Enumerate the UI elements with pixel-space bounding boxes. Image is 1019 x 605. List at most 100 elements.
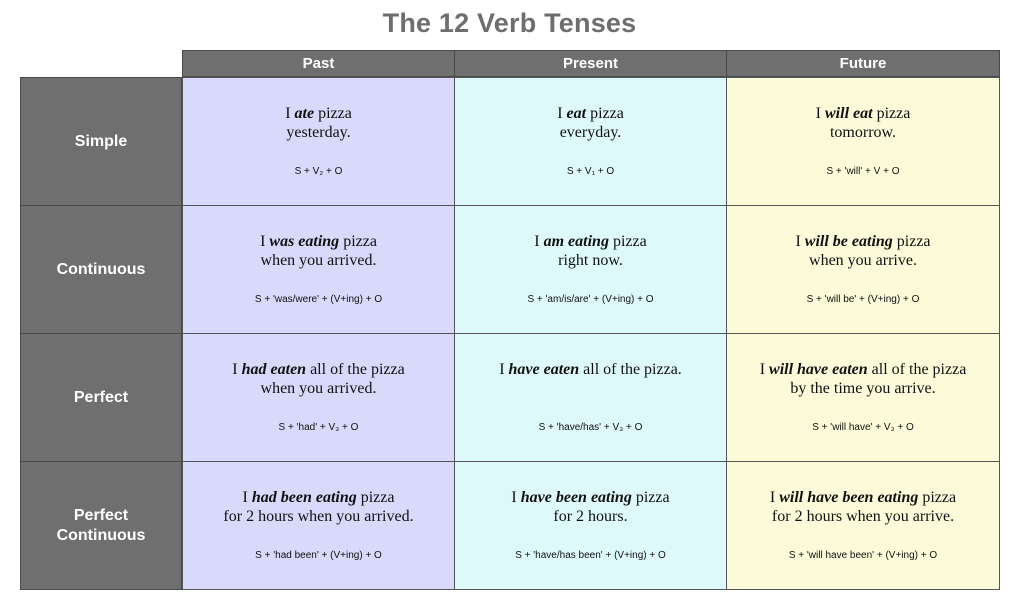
column-header-present: Present [454, 50, 727, 77]
tense-verb: was eating [269, 233, 340, 250]
example-sentence: I am eating pizza right now. [455, 232, 726, 270]
example-sentence: I have eaten all of the pizza. [455, 360, 726, 379]
tense-verb: will have been eating [779, 489, 919, 506]
page-title: The 12 Verb Tenses [382, 8, 637, 38]
cell-perfect-past: I had eaten all of the pizza when you arr… [182, 333, 455, 462]
sentence-rest: all of the pizza. [579, 361, 682, 378]
tense-verb: eat [566, 105, 587, 122]
sentence-line-1: I will have eaten all of the pizza [727, 360, 999, 379]
sentence-line-1: I was eating pizza [183, 232, 454, 251]
sentence-line-2: by the time you arrive. [790, 380, 936, 397]
sentence-subject: I [534, 233, 544, 250]
row-header-simple: Simple [20, 77, 182, 206]
tense-formula: S + V₂ + O [294, 166, 343, 177]
tense-verb: will eat [825, 105, 873, 122]
cell-perfect-continuous-past: I had been eating pizza for 2 hours when … [182, 461, 455, 590]
sentence-line-2: yesterday. [286, 124, 351, 141]
tense-formula: S + 'was/were' + (V+ing) + O [254, 294, 383, 305]
cell-continuous-past: I was eating pizza when you arrived. S + '… [182, 205, 455, 334]
tense-formula: S + 'have/has' + V₃ + O [538, 422, 643, 433]
cell-perfect-continuous-future: I will have been eating pizza for 2 hours… [726, 461, 1000, 590]
sentence-subject: I [557, 105, 567, 122]
sentence-line-1: I will be eating pizza [727, 232, 999, 251]
sentence-subject: I [260, 233, 270, 250]
tense-formula: S + 'had been' + (V+ing) + O [255, 550, 382, 561]
example-sentence: I will be eating pizza when you arrive. [727, 232, 999, 270]
sentence-rest: pizza [918, 489, 957, 506]
sentence-line-1: I had been eating pizza [183, 488, 454, 507]
sentence-line-2: everyday. [559, 124, 622, 141]
sentence-subject: I [285, 105, 295, 122]
tense-verb: have eaten [508, 361, 580, 378]
tense-verb: have been eating [520, 489, 632, 506]
example-sentence: I ate pizza yesterday. [183, 104, 454, 142]
sentence-subject: I [815, 105, 825, 122]
sentence-line-1: I am eating pizza [455, 232, 726, 251]
tense-verb: will be eating [804, 233, 893, 250]
sentence-line-2: for 2 hours when you arrive. [771, 508, 955, 525]
sentence-subject: I [499, 361, 509, 378]
sentence-line-2: when you arrived. [260, 252, 377, 269]
sentence-subject: I [795, 233, 805, 250]
tense-formula: S + 'am/is/are' + (V+ing) + O [527, 294, 654, 305]
sentence-line-1: I will eat pizza [727, 104, 999, 123]
tense-formula: S + 'will have' + V₃ + O [812, 422, 914, 433]
sentence-line-1: I eat pizza [455, 104, 726, 123]
tense-formula: S + 'will have been' + (V+ing) + O [788, 550, 938, 561]
example-sentence: I eat pizza everyday. [455, 104, 726, 142]
cell-perfect-future: I will have eaten all of the pizza by the… [726, 333, 1000, 462]
sentence-subject: I [511, 489, 521, 506]
sentence-line-2: for 2 hours. [553, 508, 628, 525]
cell-continuous-present: I am eating pizza right now. S + 'am/is/ar… [454, 205, 727, 334]
tense-formula: S + 'will be' + (V+ing) + O [806, 294, 920, 305]
tense-verb: will have eaten [769, 361, 868, 378]
cell-perfect-continuous-present: I have been eating pizza for 2 hours. S + … [454, 461, 727, 590]
sentence-rest: pizza [339, 233, 377, 250]
row-header-continuous: Continuous [20, 205, 182, 334]
column-header-future: Future [726, 50, 1000, 77]
cell-perfect-present: I have eaten all of the pizza. S + 'have/… [454, 333, 727, 462]
sentence-rest: pizza [892, 233, 931, 250]
tense-verb: ate [294, 105, 315, 122]
cell-simple-future: I will eat pizza tomorrow. S + 'will' + V … [726, 77, 1000, 206]
sentence-rest: all of the pizza [306, 361, 405, 378]
cell-continuous-future: I will be eating pizza when you arrive. S … [726, 205, 1000, 334]
sentence-line-2: right now. [558, 252, 623, 269]
sentence-rest: pizza [356, 489, 395, 506]
tense-formula: S + 'will' + V + O [826, 166, 900, 177]
sentence-line-1: I have eaten all of the pizza. [455, 360, 726, 379]
sentence-subject: I [769, 489, 780, 506]
sentence-subject: I [232, 361, 242, 378]
sentence-line-2: tomorrow. [829, 124, 897, 141]
example-sentence: I had been eating pizza for 2 hours when … [183, 488, 454, 526]
cell-simple-present: I eat pizza everyday. S + V₁ + O [454, 77, 727, 206]
sentence-line-1: I will have been eating pizza [727, 488, 999, 507]
example-sentence: I will have eaten all of the pizza by the… [727, 360, 999, 398]
sentence-rest: pizza [608, 233, 647, 250]
sentence-rest: pizza [586, 105, 624, 122]
cell-simple-past: I ate pizza yesterday. S + V₂ + O [182, 77, 455, 206]
sentence-rest: pizza [631, 489, 670, 506]
column-header-past: Past [182, 50, 455, 77]
row-header-perfect: Perfect [20, 333, 182, 462]
sentence-rest: pizza [314, 105, 352, 122]
example-sentence: I will have been eating pizza for 2 hours… [727, 488, 999, 526]
sentence-line-2: when you arrived. [260, 380, 377, 397]
tense-formula: S + 'had' + V₃ + O [278, 422, 359, 433]
tense-formula: S + 'have/has been' + (V+ing) + O [515, 550, 666, 561]
sentence-rest: all of the pizza [867, 361, 967, 378]
row-header-perfect-continuous: Perfect Continuous [20, 461, 182, 590]
sentence-line-2: for 2 hours when you arrived. [223, 508, 414, 525]
example-sentence: I had eaten all of the pizza when you arr… [183, 360, 454, 398]
tense-verb: had eaten [241, 361, 307, 378]
tense-verb: had been eating [251, 489, 357, 506]
sentence-line-2: when you arrive. [809, 252, 917, 269]
sentence-line-1: I have been eating pizza [455, 488, 726, 507]
sentence-subject: I [759, 361, 770, 378]
sentence-line-1: I had eaten all of the pizza [183, 360, 454, 379]
tense-verb: am eating [543, 233, 609, 250]
sentence-line-1: I ate pizza [183, 104, 454, 123]
example-sentence: I was eating pizza when you arrived. [183, 232, 454, 270]
tense-formula: S + V₁ + O [566, 166, 615, 177]
example-sentence: I will eat pizza tomorrow. [727, 104, 999, 142]
